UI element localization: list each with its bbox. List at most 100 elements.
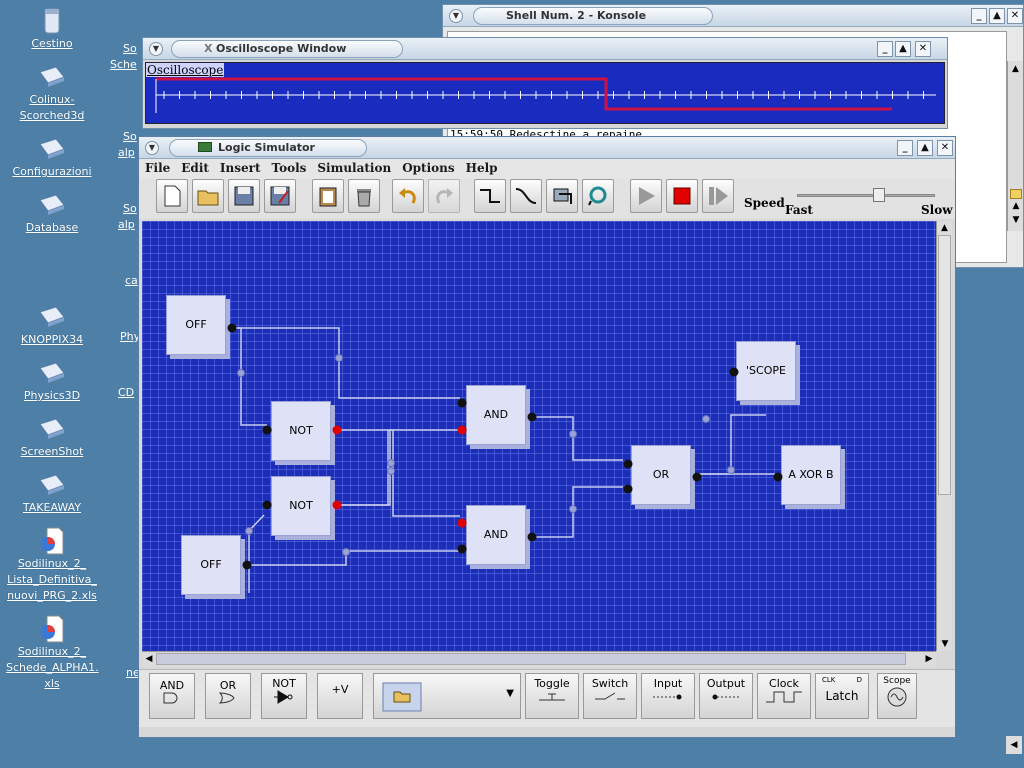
delete-button[interactable] xyxy=(348,179,380,213)
gate-pin[interactable] xyxy=(773,472,783,482)
desktop-icon-label-partial[interactable]: So xyxy=(123,130,137,143)
desktop-icon-label-partial[interactable]: CD xyxy=(118,386,134,399)
palette-power[interactable]: +V xyxy=(317,673,363,719)
palette-and[interactable]: AND xyxy=(149,673,195,719)
palette-scope[interactable]: Scope xyxy=(877,673,917,719)
wire-box-button[interactable] xyxy=(546,179,578,213)
desktop-icon-label-partial[interactable]: So xyxy=(123,42,137,55)
palette-toggle[interactable]: Toggle xyxy=(525,673,579,719)
menu-edit[interactable]: Edit xyxy=(175,159,214,175)
desktop-icon-5[interactable]: Physics3D xyxy=(6,358,98,404)
palette-output[interactable]: Output xyxy=(699,673,753,719)
circuit-canvas[interactable]: OFF NOT NOT OFF AND AND OR 'SCOPE A XOR B xyxy=(142,221,936,651)
maximize-button[interactable]: ▲ xyxy=(895,41,911,57)
gate-pin[interactable] xyxy=(457,425,467,435)
desktop-icon-4[interactable]: KNOPPIX34 xyxy=(6,302,98,348)
window-menu-icon[interactable]: ▼ xyxy=(149,42,163,56)
logic-simulator-window[interactable]: ▼ Logic Simulator _ ▲ ✕ File Edit Insert To… xyxy=(138,136,956,738)
undo-button[interactable] xyxy=(392,179,424,213)
wire-step-button[interactable] xyxy=(474,179,506,213)
desktop-icon-2[interactable]: Configurazioni xyxy=(6,134,98,180)
window-menu-icon[interactable]: ▼ xyxy=(449,9,463,23)
oscilloscope-window[interactable]: ▼ X Oscilloscope Window _ ▲ ✕ Oscilloscop… xyxy=(142,37,948,129)
scroll-up-icon[interactable]: ▲ xyxy=(1008,201,1024,211)
close-button[interactable]: ✕ xyxy=(1007,8,1023,24)
save-button[interactable] xyxy=(228,179,260,213)
menu-insert[interactable]: Insert xyxy=(214,159,266,175)
close-button[interactable]: ✕ xyxy=(937,140,953,156)
speed-slider[interactable] xyxy=(797,187,935,205)
stop-button[interactable] xyxy=(666,179,698,213)
desktop-icon-7[interactable]: TAKEAWAY xyxy=(6,470,98,516)
menu-tools[interactable]: Tools xyxy=(266,159,312,175)
gate-pin[interactable] xyxy=(227,323,237,333)
gate-pin[interactable] xyxy=(332,425,342,435)
new-file-button[interactable] xyxy=(156,179,188,213)
chevron-down-icon[interactable]: ▼ xyxy=(506,688,514,699)
minimize-button[interactable]: _ xyxy=(971,8,987,24)
minimize-button[interactable]: _ xyxy=(877,41,893,57)
paste-button[interactable] xyxy=(312,179,344,213)
wire-curve-button[interactable] xyxy=(510,179,542,213)
logic-titlebar[interactable]: ▼ Logic Simulator _ ▲ ✕ xyxy=(139,137,955,159)
konsole-scrollbar[interactable]: ▲ ▲ ▼ xyxy=(1007,61,1023,231)
canvas-hscrollbar[interactable]: ◀ ▶ xyxy=(142,651,936,667)
gate-pin[interactable] xyxy=(242,560,252,570)
scroll-down-icon[interactable]: ▼ xyxy=(937,637,953,651)
maximize-button[interactable]: ▲ xyxy=(989,8,1005,24)
scroll-left-icon[interactable]: ◀ xyxy=(1006,736,1022,754)
scroll-down-icon[interactable]: ▼ xyxy=(1008,215,1024,225)
menu-options[interactable]: Options xyxy=(396,159,459,175)
play-button[interactable] xyxy=(630,179,662,213)
palette-latch[interactable]: CLK D Latch xyxy=(815,673,869,719)
gate-pin[interactable] xyxy=(457,518,467,528)
gate-pin[interactable] xyxy=(262,425,272,435)
close-button[interactable]: ✕ xyxy=(915,41,931,57)
redo-button[interactable] xyxy=(428,179,460,213)
canvas-vscrollbar[interactable]: ▲ ▼ xyxy=(936,221,952,651)
desktop-icon-label-partial[interactable]: So xyxy=(123,202,137,215)
gate-pin[interactable] xyxy=(527,532,537,542)
scroll-thumb[interactable] xyxy=(156,653,906,665)
gate-pin[interactable] xyxy=(332,500,342,510)
maximize-button[interactable]: ▲ xyxy=(917,140,933,156)
gate-pin[interactable] xyxy=(527,412,537,422)
scroll-corner-right-icon[interactable]: ▶ xyxy=(922,651,936,667)
desktop-icon-label-partial[interactable]: ca xyxy=(125,274,138,287)
gate-pin[interactable] xyxy=(457,544,467,554)
palette-switch[interactable]: Switch xyxy=(583,673,637,719)
scroll-thumb[interactable] xyxy=(1010,189,1022,199)
konsole-titlebar[interactable]: ▼ Shell Num. 2 - Konsole _ ▲ ✕ xyxy=(443,5,1023,27)
menu-help[interactable]: Help xyxy=(460,159,503,175)
desktop-icon-9[interactable]: Sodilinux_2_ Schede_ALPHA1. xls xyxy=(6,614,99,692)
gate-pin[interactable] xyxy=(262,500,272,510)
desktop-icon-1[interactable]: Colinux-Scorched3d xyxy=(6,62,98,124)
scroll-thumb[interactable] xyxy=(938,235,951,495)
scroll-up-icon[interactable]: ▲ xyxy=(1008,61,1023,77)
slider-thumb[interactable] xyxy=(872,188,885,202)
palette-or[interactable]: OR xyxy=(205,673,251,719)
desktop-icon-0[interactable]: Cestino xyxy=(6,6,98,52)
gate-pin[interactable] xyxy=(623,484,633,494)
wire-loop-button[interactable] xyxy=(582,179,614,213)
step-button[interactable] xyxy=(702,179,734,213)
desktop-icon-3[interactable]: Database xyxy=(6,190,98,236)
desktop-icon-label-partial[interactable]: alp xyxy=(118,218,135,231)
gate-pin[interactable] xyxy=(729,367,739,377)
palette-not[interactable]: NOT xyxy=(261,673,307,719)
menu-file[interactable]: File xyxy=(139,159,175,175)
open-file-button[interactable] xyxy=(192,179,224,213)
save-as-button[interactable] xyxy=(264,179,296,213)
gate-pin[interactable] xyxy=(692,472,702,482)
window-menu-icon[interactable]: ▼ xyxy=(145,141,159,155)
palette-input[interactable]: Input xyxy=(641,673,695,719)
scroll-left-icon[interactable]: ◀ xyxy=(142,652,156,666)
scroll-up-icon[interactable]: ▲ xyxy=(937,221,952,235)
palette-folder-combo[interactable]: ▼ xyxy=(373,673,521,719)
desktop-icon-6[interactable]: ScreenShot xyxy=(6,414,98,460)
desktop-icon-label-partial[interactable]: Sche xyxy=(110,58,137,71)
desktop-icon-label-partial[interactable]: alp xyxy=(118,146,135,159)
palette-clock[interactable]: Clock xyxy=(757,673,811,719)
minimize-button[interactable]: _ xyxy=(897,140,913,156)
gate-pin[interactable] xyxy=(457,398,467,408)
